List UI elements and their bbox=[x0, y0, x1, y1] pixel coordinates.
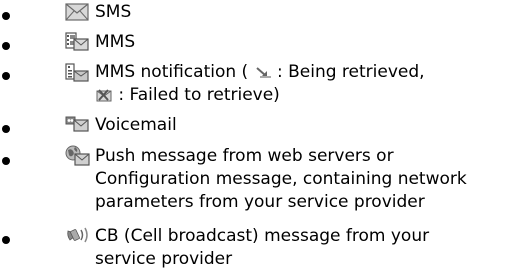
voicemail-icon bbox=[65, 115, 89, 133]
item-line: Configuration message, containing networ… bbox=[95, 169, 467, 189]
item-text: CB (Cell broadcast) message from your se… bbox=[95, 225, 429, 271]
item-text: SMS bbox=[95, 1, 131, 24]
item-text: Voicemail bbox=[95, 114, 177, 137]
item-line: : Failed to retrieve) bbox=[95, 84, 425, 107]
envelope-icon bbox=[65, 3, 89, 21]
failed-envelope-icon bbox=[95, 86, 113, 102]
item-line: Push message from web servers or bbox=[95, 146, 394, 166]
bullet bbox=[2, 125, 10, 133]
item-text: Push message from web servers or Configu… bbox=[95, 145, 467, 214]
cell-broadcast-icon bbox=[65, 225, 89, 243]
item-line-text: : Failed to retrieve) bbox=[118, 85, 280, 105]
item-text: MMS bbox=[95, 31, 135, 54]
mms-notification-icon bbox=[65, 63, 89, 82]
push-message-globe-icon bbox=[65, 145, 90, 166]
bullet bbox=[2, 157, 10, 165]
item-text: MMS notification ( : Being retrieved,: … bbox=[95, 61, 425, 107]
bullet bbox=[2, 72, 10, 80]
bullet bbox=[2, 42, 10, 50]
bullet bbox=[2, 12, 10, 20]
item-line: service provider bbox=[95, 249, 233, 269]
item-line: SMS bbox=[95, 2, 132, 22]
downloading-arrow-icon bbox=[254, 63, 272, 78]
item-line: CB (Cell broadcast) message from your bbox=[95, 226, 430, 246]
item-line: Voicemail bbox=[95, 115, 177, 135]
item-line: parameters from your service provider bbox=[95, 192, 425, 212]
item-line-text: MMS notification ( bbox=[95, 62, 249, 82]
item-line: MMS notification ( : Being retrieved, bbox=[95, 61, 425, 84]
item-line-text: : Being retrieved, bbox=[276, 62, 425, 82]
bullet bbox=[2, 236, 10, 244]
mms-film-envelope-icon bbox=[65, 32, 89, 51]
item-line: MMS bbox=[95, 32, 136, 52]
